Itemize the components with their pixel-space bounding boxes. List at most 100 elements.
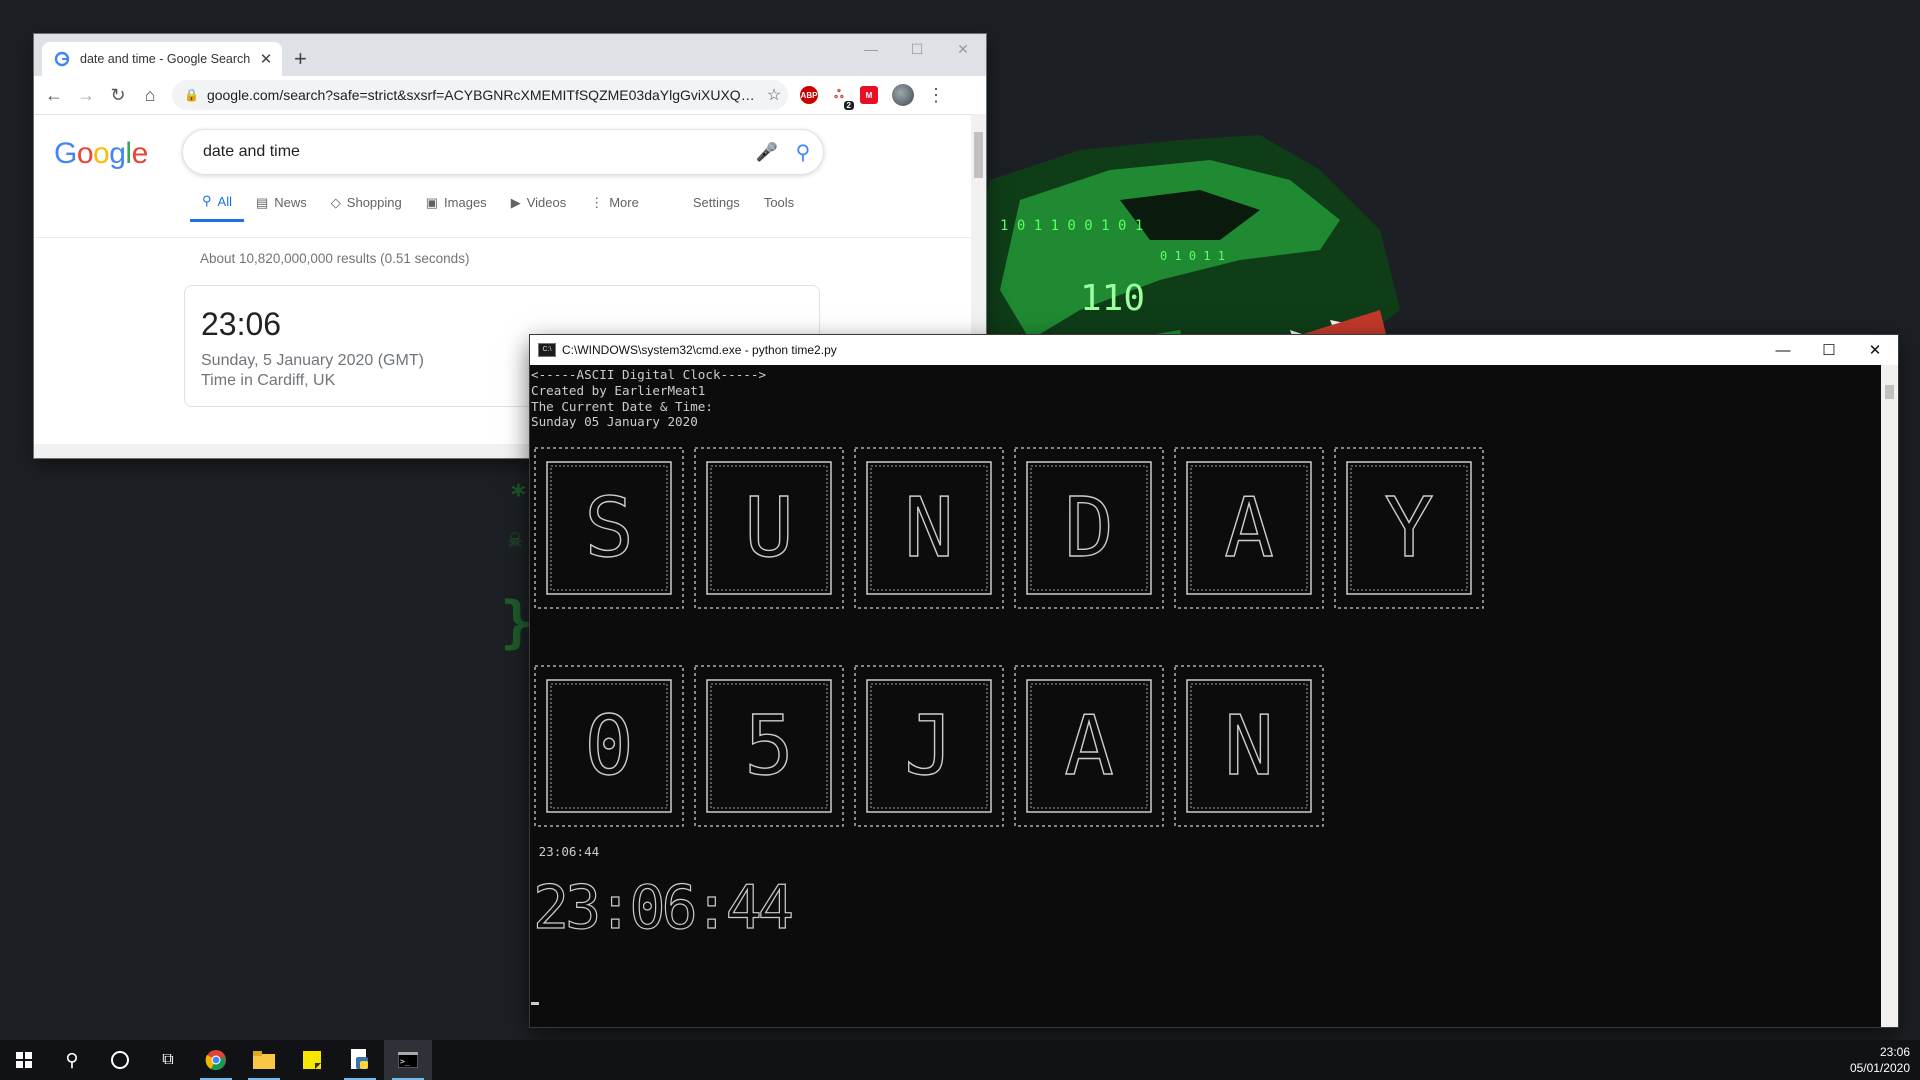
- cortana-circle-icon: [111, 1051, 129, 1069]
- folder-icon: [253, 1051, 275, 1069]
- console-output[interactable]: <-----ASCII Digital Clock-----> Created …: [530, 365, 1881, 1027]
- play-icon: ▶: [510, 194, 521, 210]
- extension-badge: 2: [843, 101, 854, 110]
- image-icon: ▣: [425, 194, 439, 210]
- day-block-y: Y: [1334, 447, 1484, 609]
- minimize-icon[interactable]: —: [1760, 335, 1806, 365]
- new-tab-icon[interactable]: +: [294, 46, 307, 72]
- tab-more[interactable]: ⋮ More: [578, 193, 651, 222]
- day-block-u: U: [694, 447, 844, 609]
- forward-arrow-icon[interactable]: →: [70, 85, 102, 106]
- cmd-vertical-scrollbar[interactable]: [1881, 365, 1898, 1027]
- search-button[interactable]: ⚲: [48, 1040, 96, 1080]
- url-text: google.com/search?safe=strict&sxsrf=ACYB…: [206, 87, 760, 103]
- chrome-toolbar: ← → ↻ ⌂ 🔒 google.com/search?safe=strict&…: [34, 76, 986, 115]
- date-letter: 5: [744, 699, 793, 794]
- date-letter: J: [904, 699, 953, 794]
- cmd-window: C:\ C:\WINDOWS\system32\cmd.exe - python…: [530, 335, 1898, 1027]
- newspaper-icon: ▤: [255, 194, 269, 210]
- result-stats: About 10,820,000,000 results (0.51 secon…: [200, 251, 470, 266]
- lock-icon[interactable]: 🔒: [184, 88, 199, 102]
- home-icon[interactable]: ⌂: [134, 85, 166, 106]
- cmd-window-controls: — ☐ ✕: [1760, 335, 1898, 365]
- day-block-s: S: [534, 447, 684, 609]
- sticky-notes-button[interactable]: [288, 1040, 336, 1080]
- close-window-icon[interactable]: ✕: [1852, 335, 1898, 365]
- extension-icon[interactable]: ஃ2: [830, 86, 854, 110]
- cmd-title: C:\WINDOWS\system32\cmd.exe - python tim…: [562, 343, 837, 357]
- tab-tools[interactable]: Tools: [752, 193, 806, 222]
- search-input[interactable]: date and time: [203, 143, 751, 161]
- svg-text:110: 110: [1080, 278, 1145, 319]
- python-file-icon: [351, 1049, 368, 1069]
- close-window-icon[interactable]: ✕: [940, 34, 986, 64]
- tab-shopping[interactable]: ◇ Shopping: [319, 193, 414, 222]
- scrollbar-thumb[interactable]: [974, 132, 983, 178]
- adblock-extension-icon[interactable]: ABP: [800, 86, 818, 104]
- console-line-5: Sunday 05 January 2020: [531, 414, 698, 430]
- ascii-time-digits: 23:06:44: [533, 873, 792, 943]
- console-line-4: The Current Date & Time:: [531, 398, 713, 414]
- date-letter: 0: [584, 699, 633, 794]
- cortana-button[interactable]: [96, 1040, 144, 1080]
- console-cursor: [531, 992, 1881, 1010]
- date-letter: N: [1224, 699, 1273, 794]
- task-view-button[interactable]: ⧉: [144, 1040, 192, 1080]
- start-button[interactable]: [0, 1040, 48, 1080]
- wallpaper-glyph-asterisk: *: [510, 478, 527, 511]
- system-clock[interactable]: 23:06 05/01/2020: [1850, 1044, 1910, 1076]
- address-bar[interactable]: 🔒 google.com/search?safe=strict&sxsrf=AC…: [172, 80, 788, 110]
- microphone-icon[interactable]: 🎤: [751, 142, 783, 163]
- day-letter: D: [1064, 481, 1113, 576]
- sticky-note-icon: [303, 1051, 321, 1069]
- search-icon: ⚲: [65, 1049, 79, 1070]
- day-letter: A: [1224, 481, 1273, 576]
- date-block-j: J: [854, 665, 1004, 827]
- clock-date: 05/01/2020: [1849, 1061, 1910, 1075]
- task-view-icon: ⧉: [162, 1051, 174, 1068]
- tab-all[interactable]: ⚲ All: [190, 193, 244, 222]
- tab-news[interactable]: ▤ News: [244, 193, 319, 222]
- file-explorer-button[interactable]: [240, 1040, 288, 1080]
- reload-icon[interactable]: ↻: [102, 85, 134, 106]
- red-extension-icon[interactable]: M: [860, 86, 878, 104]
- wallpaper-glyph-brace: }: [500, 590, 534, 655]
- cmd-titlebar[interactable]: C:\ C:\WINDOWS\system32\cmd.exe - python…: [530, 335, 1898, 365]
- cmd-icon: >_: [398, 1052, 418, 1068]
- search-icon: ⚲: [202, 193, 212, 208]
- maximize-icon[interactable]: ☐: [894, 34, 940, 64]
- taskbar: ⚲ ⧉ >_ 23:06 05/01/2020: [0, 1040, 1920, 1080]
- menu-kebab-icon[interactable]: ⋮: [924, 85, 948, 106]
- google-logo[interactable]: Google: [54, 137, 148, 171]
- cmd-app-icon: C:\: [538, 343, 556, 357]
- card-date: Sunday, 5 January 2020 (GMT): [201, 352, 424, 369]
- tab-title: date and time - Google Search: [80, 52, 251, 66]
- browser-tab[interactable]: date and time - Google Search ✕: [42, 42, 282, 76]
- text-cursor: [531, 1001, 539, 1005]
- clock-time: 23:06: [1879, 1045, 1910, 1059]
- tag-icon: ◇: [330, 194, 341, 210]
- chrome-taskbar-button[interactable]: [192, 1040, 240, 1080]
- maximize-icon[interactable]: ☐: [1806, 335, 1852, 365]
- tab-settings[interactable]: Settings: [681, 193, 752, 222]
- tab-videos[interactable]: ▶ Videos: [499, 193, 579, 222]
- svg-text:1 0 1 1 0 0 1 0 1: 1 0 1 1 0 0 1 0 1: [1000, 218, 1143, 234]
- scrollbar-thumb[interactable]: [1885, 385, 1894, 399]
- back-arrow-icon[interactable]: ←: [38, 85, 70, 106]
- day-letter: N: [904, 481, 953, 576]
- search-icon[interactable]: ⚲: [783, 140, 823, 165]
- python-editor-button[interactable]: [336, 1040, 384, 1080]
- svg-text:>_: >_: [400, 1057, 410, 1066]
- minimize-icon[interactable]: —: [848, 34, 894, 64]
- search-box[interactable]: date and time 🎤 ⚲: [182, 129, 824, 175]
- console-line-2: Created by EarlierMeat1: [531, 382, 706, 398]
- profile-avatar[interactable]: [892, 84, 914, 106]
- chrome-icon: [205, 1050, 226, 1071]
- cmd-taskbar-button[interactable]: >_: [384, 1040, 432, 1080]
- ascii-time-banner: 23:06:44: [532, 872, 796, 943]
- ascii-date-banner: 0 5 J A N: [534, 665, 1324, 827]
- day-letter: S: [584, 481, 633, 576]
- bookmark-star-icon[interactable]: ☆: [760, 85, 788, 105]
- close-tab-icon[interactable]: ✕: [256, 50, 276, 68]
- tab-images[interactable]: ▣ Images: [414, 193, 499, 222]
